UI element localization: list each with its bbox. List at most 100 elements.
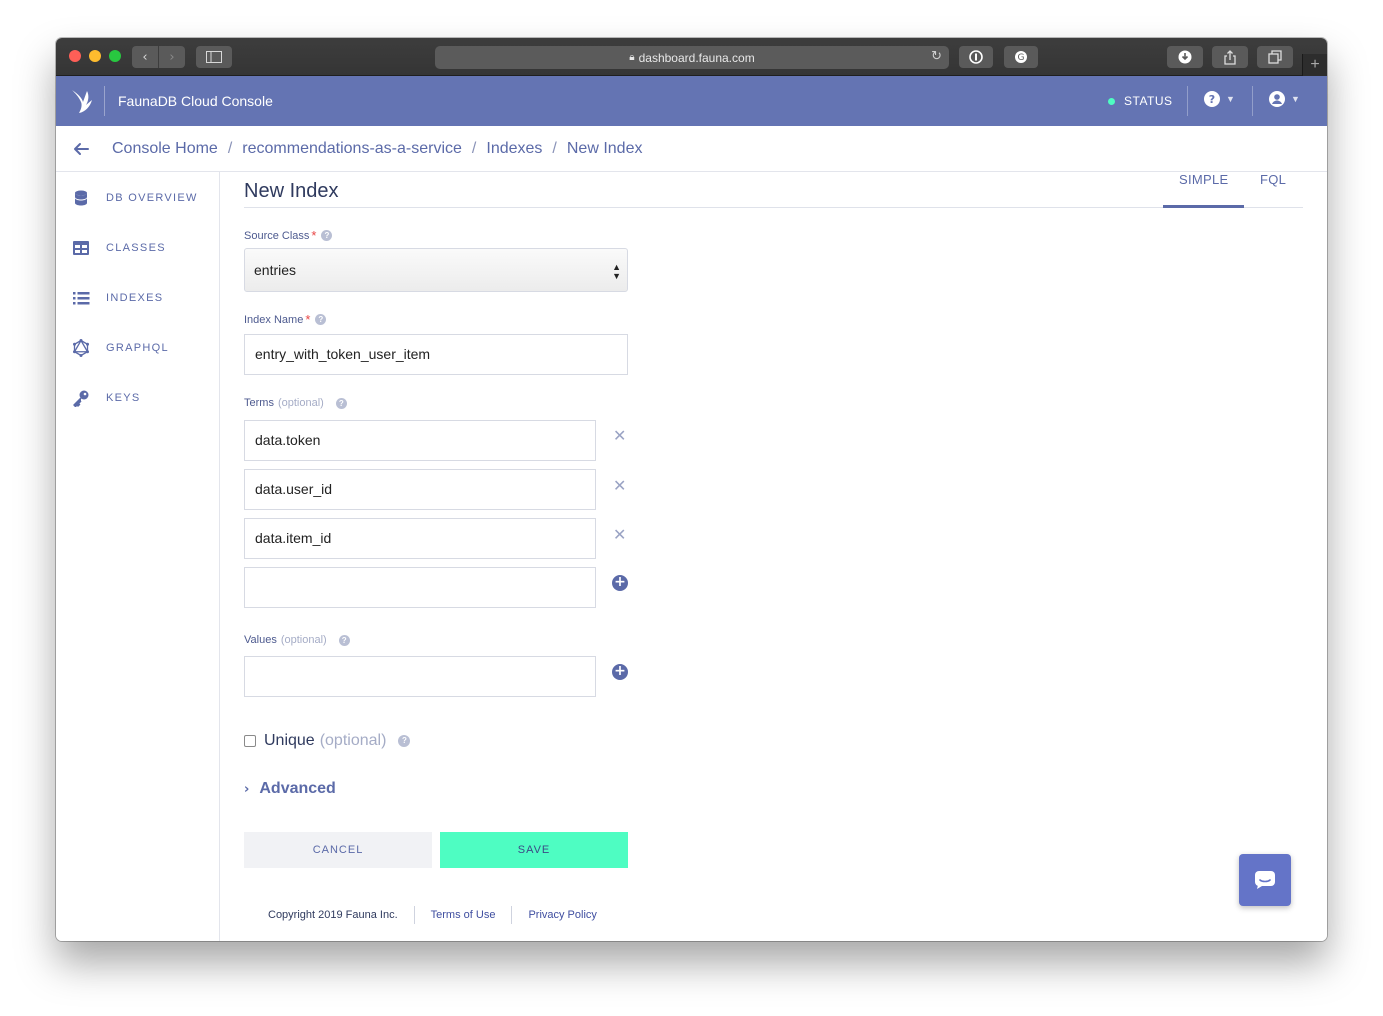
source-class-select[interactable]: entries ▲ ▼ bbox=[244, 248, 628, 292]
values-label-text: Values bbox=[244, 634, 277, 646]
url-text: dashboard.fauna.com bbox=[638, 50, 755, 65]
remove-term-icon[interactable]: ✕ bbox=[613, 426, 626, 445]
help-circle-icon[interactable]: ? bbox=[398, 735, 411, 747]
footer: Copyright 2019 Fauna Inc. Terms of Use P… bbox=[268, 906, 597, 924]
remove-term-icon[interactable]: ✕ bbox=[613, 476, 626, 495]
index-name-label: Index Name * ? bbox=[244, 312, 327, 327]
unique-label[interactable]: Unique bbox=[264, 732, 315, 750]
database-icon bbox=[75, 190, 87, 206]
breadcrumb-bar: Console Home / recommendations-as-a-serv… bbox=[56, 126, 1327, 172]
unique-option: Unique (optional) ? bbox=[244, 732, 411, 750]
term-input[interactable]: data.item_id bbox=[244, 518, 596, 559]
minimize-window-button[interactable] bbox=[89, 50, 101, 62]
save-button[interactable]: SAVE bbox=[440, 832, 628, 868]
select-arrows-icon: ▲ ▼ bbox=[612, 262, 621, 281]
key-icon bbox=[73, 390, 89, 407]
tabs-overview-icon[interactable] bbox=[1257, 46, 1293, 68]
sidebar-item-keys[interactable]: KEYS bbox=[72, 388, 141, 408]
list-icon bbox=[73, 292, 90, 305]
active-tab-indicator bbox=[1163, 205, 1244, 208]
help-menu[interactable]: ? ▼ bbox=[1204, 91, 1235, 107]
breadcrumb-separator: / bbox=[227, 140, 233, 157]
sidebar-item-classes[interactable]: CLASSES bbox=[72, 238, 166, 258]
terms-label-text: Terms bbox=[244, 397, 274, 409]
zoom-window-button[interactable] bbox=[109, 50, 121, 62]
help-circle-icon[interactable]: ? bbox=[335, 397, 347, 409]
breadcrumb-separator: / bbox=[552, 140, 557, 157]
source-class-value: entries bbox=[254, 262, 297, 278]
account-menu[interactable]: ▼ bbox=[1269, 91, 1300, 107]
term-input[interactable]: data.user_id bbox=[244, 469, 596, 510]
graphql-icon bbox=[73, 339, 89, 357]
breadcrumb-console-home[interactable]: Console Home bbox=[112, 140, 218, 158]
optional-marker: (optional) bbox=[280, 634, 327, 646]
share-icon[interactable] bbox=[1212, 46, 1248, 68]
source-class-label: Source Class * ? bbox=[244, 228, 333, 243]
app-header: FaunaDB Cloud Console STATUS ? ▼ ▼ bbox=[56, 76, 1327, 126]
reload-icon[interactable]: ↻ bbox=[931, 49, 942, 64]
header-divider bbox=[104, 86, 105, 116]
history-nav: ‹ › bbox=[132, 46, 185, 68]
page-title: New Index bbox=[244, 180, 339, 202]
sidebar: DB OVERVIEW CLASSES INDEXES GRAPHQL KEYS bbox=[56, 172, 220, 941]
term-input-empty[interactable] bbox=[244, 567, 596, 608]
term-input[interactable]: data.token bbox=[244, 420, 596, 461]
values-label: Values (optional) ? bbox=[244, 634, 350, 646]
tab-fql[interactable]: FQL bbox=[1260, 172, 1286, 187]
breadcrumb-database[interactable]: recommendations-as-a-service bbox=[242, 140, 462, 158]
unique-checkbox[interactable] bbox=[244, 735, 256, 747]
forward-nav-icon[interactable]: › bbox=[159, 50, 185, 65]
sidebar-item-db-overview[interactable]: DB OVERVIEW bbox=[72, 188, 198, 208]
breadcrumb-separator: / bbox=[471, 140, 477, 157]
privacy-policy-link[interactable]: Privacy Policy bbox=[528, 909, 596, 921]
fauna-logo-icon[interactable] bbox=[70, 86, 96, 114]
app-title: FaunaDB Cloud Console bbox=[118, 93, 273, 109]
add-term-icon[interactable]: + bbox=[612, 575, 628, 591]
new-tab-icon[interactable]: + bbox=[1302, 54, 1327, 76]
help-circle-icon[interactable]: ? bbox=[321, 230, 333, 241]
grammar-extension-icon[interactable]: G bbox=[1004, 46, 1038, 68]
footer-divider bbox=[413, 906, 415, 924]
password-extension-icon[interactable] bbox=[959, 46, 993, 68]
terms-of-use-link[interactable]: Terms of Use bbox=[431, 909, 496, 921]
sidebar-toggle-icon[interactable] bbox=[196, 46, 232, 68]
advanced-toggle[interactable]: › Advanced bbox=[244, 780, 336, 798]
remove-term-icon[interactable]: ✕ bbox=[613, 525, 626, 544]
breadcrumb-indexes[interactable]: Indexes bbox=[486, 140, 542, 158]
svg-text:G: G bbox=[1018, 53, 1025, 63]
status-link[interactable]: STATUS bbox=[1108, 94, 1173, 108]
optional-marker: (optional) bbox=[319, 732, 387, 749]
chat-widget-button[interactable] bbox=[1239, 854, 1291, 906]
sidebar-item-label: GRAPHQL bbox=[106, 342, 169, 354]
browser-toolbar: ‹ › 🔒︎ dashboard.fauna.com ↻ G + bbox=[56, 38, 1327, 76]
status-indicator-icon bbox=[1108, 97, 1115, 105]
sidebar-item-indexes[interactable]: INDEXES bbox=[72, 288, 163, 308]
close-window-button[interactable] bbox=[69, 50, 81, 62]
value-input[interactable] bbox=[244, 656, 596, 697]
chevron-down-icon: ▼ bbox=[1291, 94, 1300, 104]
back-nav-icon[interactable]: ‹ bbox=[132, 50, 158, 65]
advanced-label: Advanced bbox=[259, 780, 336, 797]
sidebar-item-graphql[interactable]: GRAPHQL bbox=[72, 338, 169, 358]
back-arrow-icon[interactable] bbox=[72, 140, 90, 158]
address-bar[interactable]: 🔒︎ dashboard.fauna.com ↻ bbox=[435, 46, 949, 69]
chevron-down-icon: ▼ bbox=[1226, 94, 1235, 104]
help-icon: ? bbox=[1204, 91, 1220, 107]
sidebar-item-label: CLASSES bbox=[106, 242, 166, 254]
index-name-input[interactable]: entry_with_token_user_item bbox=[244, 334, 628, 375]
source-class-label-text: Source Class bbox=[244, 229, 310, 242]
status-label: STATUS bbox=[1124, 94, 1173, 108]
cancel-button[interactable]: CANCEL bbox=[244, 832, 432, 868]
help-circle-icon[interactable]: ? bbox=[315, 314, 327, 325]
tab-simple[interactable]: SIMPLE bbox=[1179, 172, 1228, 187]
breadcrumb-new-index: New Index bbox=[566, 140, 643, 157]
table-icon bbox=[73, 241, 89, 255]
help-circle-icon[interactable]: ? bbox=[338, 634, 350, 646]
chat-bubble-icon bbox=[1255, 871, 1275, 889]
add-value-icon[interactable]: + bbox=[612, 664, 628, 680]
required-marker: * bbox=[311, 228, 317, 243]
download-icon[interactable] bbox=[1167, 46, 1203, 68]
sidebar-item-label: DB OVERVIEW bbox=[106, 192, 198, 204]
optional-marker: (optional) bbox=[277, 397, 324, 409]
lock-icon: 🔒︎ bbox=[629, 52, 635, 63]
